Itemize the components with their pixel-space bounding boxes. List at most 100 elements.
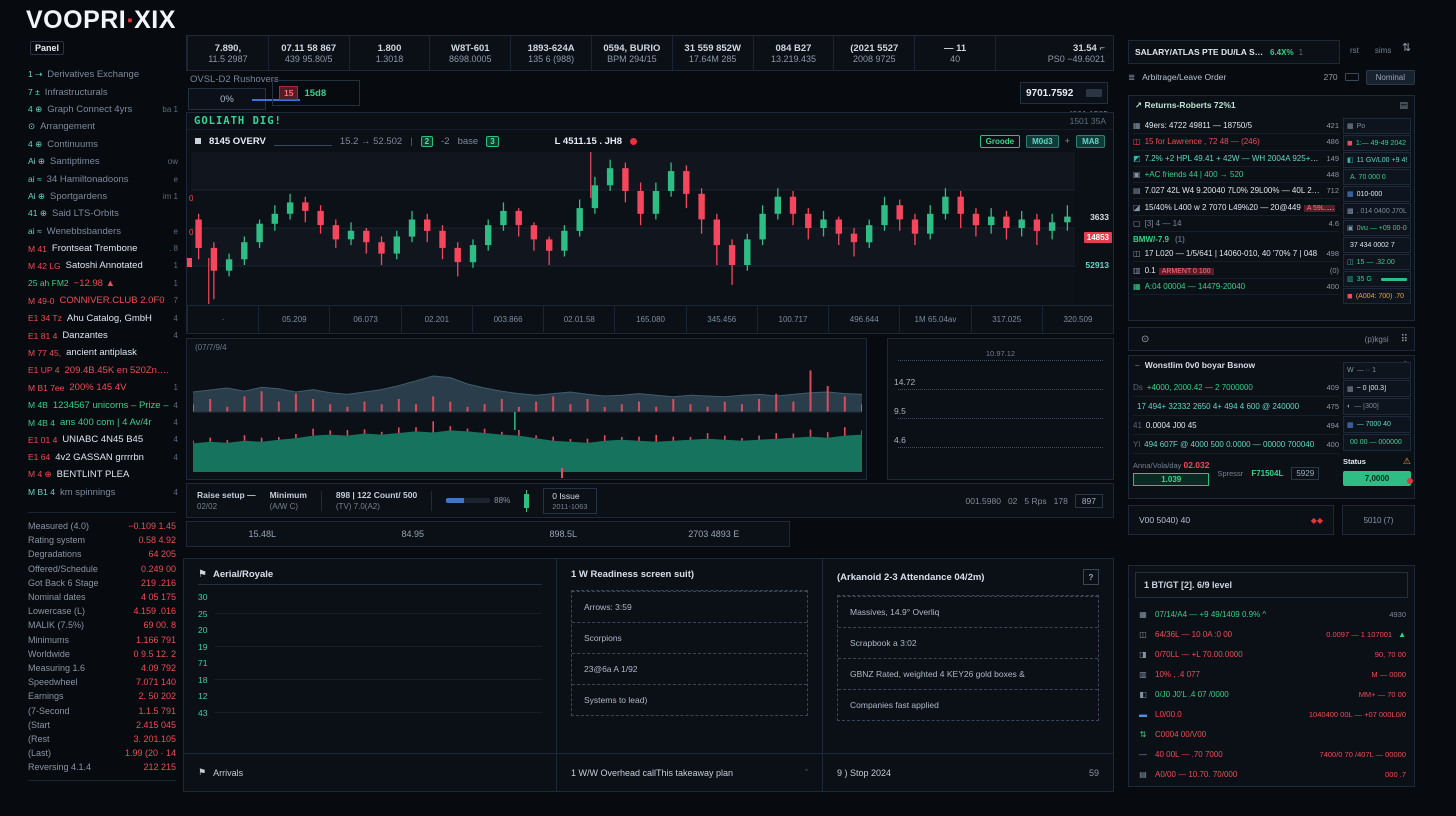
link-sims[interactable]: sims — [1375, 46, 1391, 55]
watchlist-item[interactable]: M 49-0 CONNIVER.CLUB 2.0F0 7 — [28, 292, 178, 309]
mini-row[interactable]: W — ·· 1 — [1343, 362, 1411, 379]
right-search-row[interactable]: ⊙ (p)kgsi ⠿ — [1128, 327, 1415, 351]
mini-row[interactable]: ◫ 15 — .32.00 — [1343, 254, 1411, 270]
returns-row[interactable]: ▢ [3] 4 — 14 4.6 — [1133, 216, 1339, 232]
watchlist-item[interactable]: M 4 ⊕ BENTLINT PLEA — [28, 466, 178, 483]
watchlist-item[interactable]: 7 ± Infrastructurals — [28, 83, 178, 100]
mini-row[interactable]: ◐ — [300] — [1343, 398, 1411, 415]
time-axis-label[interactable]: 317.025 — [971, 306, 1042, 332]
mini-row[interactable]: ▦ Po — [1343, 118, 1411, 134]
watchlist-item[interactable]: 4 ⊕ Continuums — [28, 136, 178, 153]
ticker-cell[interactable]: 7.890, 11.5 2987 — [187, 36, 268, 70]
mini-row[interactable]: 37 434 0002 7 — [1343, 237, 1411, 253]
watchlist-item[interactable]: E1 34 Tz Ahu Catalog, GmbH 4 — [28, 309, 178, 326]
tab-item[interactable]: 898.5L — [488, 529, 639, 539]
watch-position-row[interactable]: ▬ L0/00.0 1040400 00L — +07 000L0/0 — [1129, 704, 1414, 724]
time-axis-label[interactable]: 345.456 — [686, 306, 757, 332]
positions-row[interactable]: 17 494+ 32332 2650 4+ 494 4 600 @ 240000… — [1133, 397, 1339, 416]
returns-row[interactable]: ▣ +AC friends 44 | 400 → 520 448 — [1133, 167, 1339, 183]
watchlist-item[interactable]: M 77 45, ancient antiplask — [28, 344, 178, 361]
returns-row[interactable]: ◫ 17 L020 — 1/5/641 | 14060-010, 40 '70%… — [1133, 246, 1339, 262]
ticker-cell[interactable]: W8T-601 8698.0005 — [429, 36, 510, 70]
watchlist-item[interactable]: ai ≈ 34 Hamiltonadoons e — [28, 170, 178, 187]
footer-right-chip[interactable]: 897 — [1075, 494, 1103, 508]
returns-row[interactable]: ▤ 7.027 42L W4 9.20040 7L0% 29L00% — 40L… — [1133, 183, 1339, 199]
watchlist-item[interactable]: M 4B 4 ans 400 com | 4 Av/4r 4 — [28, 414, 178, 431]
mini-row[interactable]: ▩ . 014 0400 J70L — [1343, 203, 1411, 219]
watchlist-item[interactable]: M 41 Frontseat Trembone . 8 — [28, 240, 178, 257]
watchlist-item[interactable]: M B1 4 km spinnings 4 — [28, 483, 178, 500]
returns-row[interactable]: ◫ 15 for Lawrence , 72 48 — (246) 486 — [1133, 134, 1339, 150]
watchlist-item[interactable]: E1 81 4 Danzantes 4 — [28, 327, 178, 344]
mini-row[interactable]: ▣ 0vu — +09 00-00 — [1343, 220, 1411, 236]
time-axis-label[interactable]: 1M 65.04av — [899, 306, 970, 332]
watchlist-item[interactable]: M 4B 1234567 unicorns – Prize – 4 — [28, 396, 178, 413]
chart-symbol[interactable]: 8145 OVERV — [209, 136, 266, 147]
time-axis-label[interactable]: 165.080 — [614, 306, 685, 332]
ticker-cell[interactable]: (2021 5527 2008 9725 — [833, 36, 914, 70]
watchlist-item[interactable]: E1 01 4 UNIABC 4N45 B45 4 — [28, 431, 178, 448]
tab-item[interactable]: 2703 4893 E — [639, 529, 790, 539]
watch-position-row[interactable]: ◨ 0/70LL — +L 70.00.0000 90, 70 00 — [1129, 644, 1414, 664]
sliders-icon[interactable]: ⇅ — [1402, 41, 1411, 54]
ticker-cell[interactable]: 07.11 58 867 439 95.80/5 — [268, 36, 349, 70]
attendance-row[interactable]: Scrapbook a 3:02 — [838, 627, 1098, 658]
time-axis-label[interactable]: 02.01.58 — [543, 306, 614, 332]
interval-red-chip[interactable]: 15 — [279, 86, 298, 100]
watch-position-row[interactable]: ▤ A0/00 — 10.70. 70/000 000 .7 — [1129, 764, 1414, 784]
watch-position-row[interactable]: ▥ 10% , .4 077 M — 0000 — [1129, 664, 1414, 684]
footer-right-item[interactable]: 178 — [1054, 496, 1068, 506]
watchlist-item[interactable]: E1 64 4v2 GASSAN grrrrbn 4 — [28, 449, 178, 466]
time-axis-label[interactable]: 320.509 — [1042, 306, 1113, 332]
levels-footer[interactable]: ⚑ Arrivals — [184, 753, 556, 791]
returns-row[interactable]: ▥ 0.1ARMENT 0 100 (0) — [1133, 262, 1339, 278]
watchlist-item[interactable]: 1 ⇢ Derivatives Exchange — [28, 66, 178, 83]
issue-box[interactable]: 0 Issue 2011-1063 — [543, 488, 596, 514]
attendance-row[interactable]: Companies fast applied — [838, 689, 1098, 720]
mini-row[interactable]: 00 00 — 000000 — [1343, 434, 1411, 451]
ticker-cell[interactable]: 1893-624A 135 6 (988) — [510, 36, 591, 70]
watch-position-row[interactable]: ◧ 0/J0 J0'L .4 07 /0000 MM+ — 70 00 — [1129, 684, 1414, 704]
mini-row[interactable]: ◧ 11 GV/L00 +9 49 120 — [1343, 152, 1411, 168]
positions-row[interactable]: 41 0.0004 J00 45 494 — [1133, 416, 1339, 435]
indicator-chip-b[interactable]: 3 — [486, 136, 498, 147]
watchlist-item[interactable]: ai ≈ Wenebbsbanders e — [28, 223, 178, 240]
mini-row[interactable]: ▦ — 7000 40 — [1343, 416, 1411, 433]
mini-row[interactable]: ◼ (A004: 700) .70 — [1343, 288, 1411, 304]
tab-item[interactable]: 84.95 — [338, 529, 489, 539]
ticker-cell[interactable]: 084 B27 13.219.435 — [753, 36, 834, 70]
mini-row[interactable]: ◼ 1:— 49-49 2042 — [1343, 135, 1411, 151]
footer-right-item[interactable]: 5 Rps — [1024, 496, 1046, 506]
chart-button-ma[interactable]: MA8 — [1076, 135, 1105, 148]
summary-strip-left[interactable]: V00 5040) 40 ◆◆ — [1128, 505, 1334, 535]
watchlist-item[interactable]: 4 ⊕ Graph Connect 4yrs ba 1 — [28, 101, 178, 118]
volume-chart-svg[interactable] — [193, 354, 862, 483]
mini-row[interactable]: ▦ ~ 0 [00.3] — [1343, 380, 1411, 397]
grid-icon[interactable]: ⠿ — [1401, 334, 1408, 345]
returns-row[interactable]: ◩ 7.2% +2 HPL 49.41 + 42W — WH 2004A 925… — [1133, 151, 1339, 167]
positions-row[interactable]: Ds +4000, 2000.42 — 2 7000000 409 — [1133, 378, 1339, 397]
watchlist-item[interactable]: M B1 7ee 200% 145 4V 1 — [28, 379, 178, 396]
chart-button-groode[interactable]: Groode — [980, 135, 1020, 148]
watchlist-item[interactable]: M 42 LG Satoshi Annotated 1 — [28, 257, 178, 274]
returns-row[interactable]: ▦ 49ers: 4722 49811 — 18750/5 421 — [1133, 118, 1339, 134]
candlestick-plot[interactable]: 0 0 3633 14853 52913 — [187, 152, 1113, 305]
stat-box-value[interactable]: 5929 — [1291, 467, 1319, 480]
mini-row[interactable]: ▦ 010-000 — [1343, 186, 1411, 202]
search-icon[interactable]: ⊙ — [1141, 334, 1149, 345]
time-axis-label[interactable]: 06.073 — [329, 306, 400, 332]
readiness-row[interactable]: Scorpions — [572, 622, 807, 653]
watch-position-row[interactable]: — 40 00L — .70 7000 7400/0 70 /407L — 00… — [1129, 744, 1414, 764]
chart-button-mode[interactable]: M0d3 — [1026, 135, 1058, 148]
footer-right-item[interactable]: 02 — [1008, 496, 1017, 506]
time-axis-label[interactable]: 100.717 — [757, 306, 828, 332]
price-quote-box[interactable]: 9701.7592 — [1020, 82, 1108, 104]
link-rst[interactable]: rst — [1350, 46, 1359, 55]
watch-position-row[interactable]: ⇅ C0004 00/V00 — [1129, 724, 1414, 744]
readiness-footer[interactable]: 1 W/W Overhead callThis takeaway plan ˇ — [557, 753, 822, 791]
symbol-input-underline[interactable] — [274, 136, 332, 146]
returns-row[interactable]: ▦ A:04 00004 — 14479-20040 400 — [1133, 279, 1339, 295]
time-axis-label[interactable]: 05.209 — [258, 306, 329, 332]
watchlist-item[interactable]: E1 UP 4 209.4B.45K en 520Zn.4M4 — [28, 362, 178, 379]
readiness-row[interactable]: Systems to lead) — [572, 684, 807, 715]
